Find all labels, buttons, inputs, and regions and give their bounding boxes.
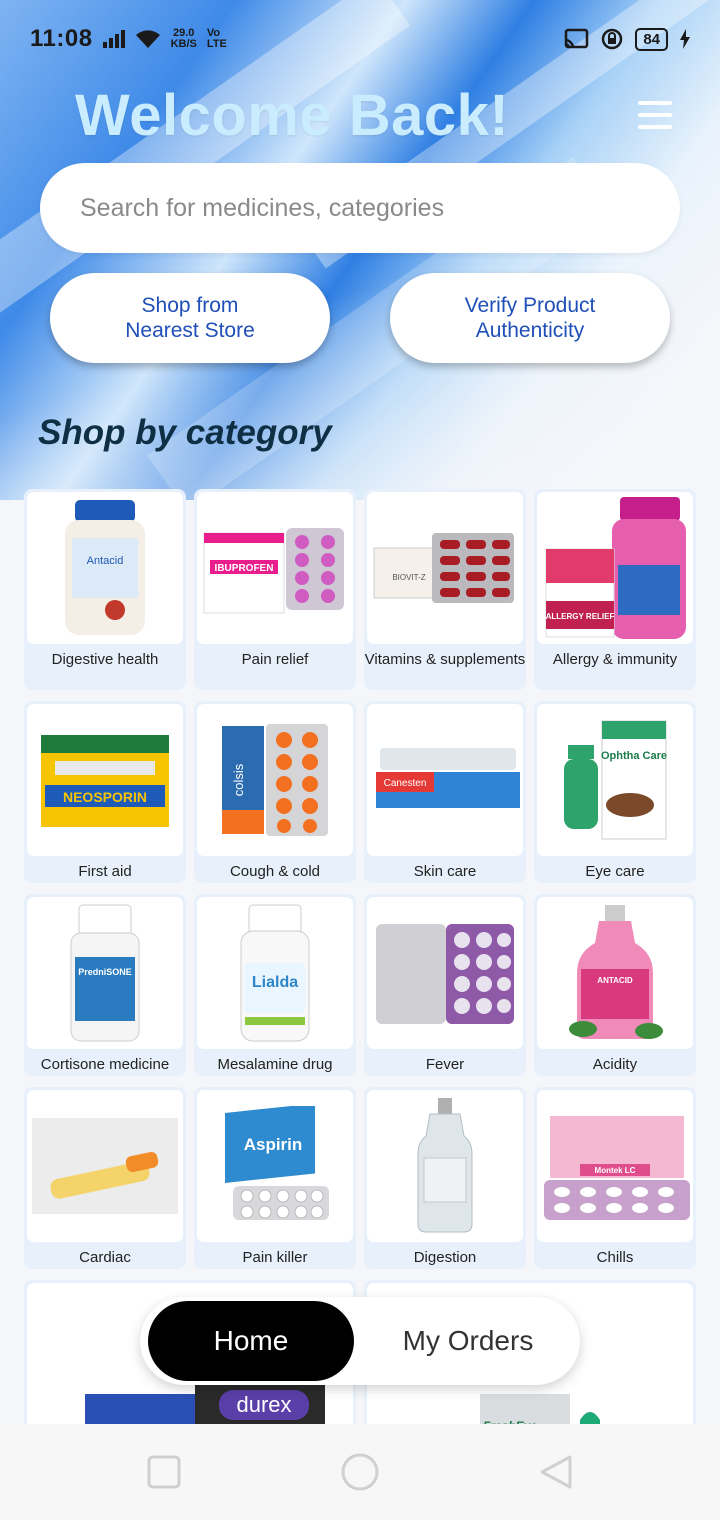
category-label: Cortisone medicine <box>40 1056 170 1073</box>
category-label: Acidity <box>592 1056 638 1073</box>
category-card-first-aid[interactable]: NEOSPORIN First aid <box>24 701 186 883</box>
category-label: Eye care <box>585 863 645 880</box>
category-card-fever[interactable]: Fever <box>364 894 526 1076</box>
category-card-cardiac[interactable]: Cardiac <box>24 1087 186 1269</box>
product-image: Ophtha Care <box>537 704 693 856</box>
product-image: BIOVIT-Z <box>367 492 523 644</box>
category-label: Digestion <box>413 1249 477 1266</box>
lock-rotation-icon <box>602 28 623 50</box>
product-image: Lialda <box>197 897 353 1049</box>
product-image: Montek LC <box>537 1090 693 1242</box>
menu-icon[interactable] <box>638 98 672 132</box>
verify-authenticity-button[interactable]: Verify Product Authenticity <box>390 273 670 363</box>
shop-nearest-store-line1: Shop from <box>141 294 239 317</box>
category-card-pain-relief[interactable]: IBUPROFEN Pain relief <box>194 489 356 690</box>
svg-text:Canesten: Canesten <box>384 778 427 789</box>
svg-text:BIOVIT-Z: BIOVIT-Z <box>392 573 425 582</box>
svg-text:Lialda: Lialda <box>252 974 298 991</box>
svg-text:NEOSPORIN: NEOSPORIN <box>63 789 147 805</box>
category-card-eye-care[interactable]: Ophtha Care Eye care <box>534 701 696 883</box>
cast-icon <box>565 28 589 49</box>
category-label: Digestive health <box>51 651 159 668</box>
product-image: ALLERGY RELIEF <box>537 492 693 644</box>
category-label: First aid <box>78 863 132 880</box>
search-input[interactable] <box>40 163 680 253</box>
volte-indicator: Vo LTE <box>206 27 227 50</box>
category-label: Chills <box>596 1249 634 1266</box>
category-card-mesalamine[interactable]: Lialda Mesalamine drug <box>194 894 356 1076</box>
product-image: IBUPROFEN <box>197 492 353 644</box>
category-label: Pain relief <box>241 651 309 668</box>
category-card-cough-cold[interactable]: colsis Cough & cold <box>194 701 356 883</box>
svg-text:PredniSONE: PredniSONE <box>78 967 132 977</box>
product-image <box>367 1090 523 1242</box>
wifi-icon <box>135 30 160 48</box>
svg-text:Aspirin: Aspirin <box>244 1135 303 1154</box>
battery-indicator: 84 <box>635 27 668 51</box>
svg-text:Ophtha Care: Ophtha Care <box>601 750 667 762</box>
category-label: Allergy & immunity <box>552 651 678 668</box>
svg-text:Antacid: Antacid <box>87 555 124 567</box>
product-image: NEOSPORIN <box>27 704 183 856</box>
category-card-chills[interactable]: Montek LC Chills <box>534 1087 696 1269</box>
product-image <box>27 1090 183 1242</box>
category-card-allergy[interactable]: ALLERGY RELIEF Allergy & immunity <box>534 489 696 690</box>
shop-nearest-store-button[interactable]: Shop from Nearest Store <box>50 273 330 363</box>
nav-my-orders-button[interactable]: My Orders <box>368 1301 568 1381</box>
bottom-nav: Home My Orders <box>140 1297 580 1385</box>
verify-authenticity-line1: Verify Product <box>464 294 596 317</box>
charging-icon <box>680 29 690 49</box>
category-card-digestion[interactable]: Digestion <box>364 1087 526 1269</box>
product-image: Canesten <box>367 704 523 856</box>
svg-text:Montek LC: Montek LC <box>595 1166 636 1175</box>
product-image: Antacid <box>27 492 183 644</box>
shop-nearest-store-line2: Nearest Store <box>125 319 255 342</box>
category-label: Pain killer <box>242 1249 308 1266</box>
nav-home-button[interactable]: Home <box>148 1301 354 1381</box>
cell-signal-icon <box>102 30 125 48</box>
svg-text:IBUPROFEN: IBUPROFEN <box>215 563 274 574</box>
category-card-cortisone[interactable]: PredniSONE Cortisone medicine <box>24 894 186 1076</box>
category-card-acidity[interactable]: ANTACID Acidity <box>534 894 696 1076</box>
product-image <box>367 897 523 1049</box>
category-label: Skin care <box>413 863 477 880</box>
home-circle-icon[interactable] <box>340 1452 380 1492</box>
svg-text:durex: durex <box>236 1392 291 1417</box>
back-icon[interactable] <box>538 1454 574 1490</box>
verify-authenticity-line2: Authenticity <box>475 319 585 342</box>
product-image: Aspirin <box>197 1090 353 1242</box>
category-label: Fever <box>425 1056 465 1073</box>
page-title: Welcome Back! <box>75 83 510 148</box>
category-card-pain-killer[interactable]: Aspirin Pain killer <box>194 1087 356 1269</box>
svg-text:ALLERGY RELIEF: ALLERGY RELIEF <box>546 612 615 621</box>
category-card-skin-care[interactable]: Canesten Skin care <box>364 701 526 883</box>
category-label: Vitamins & supplements <box>364 651 526 668</box>
product-image: PredniSONE <box>27 897 183 1049</box>
section-title: Shop by category <box>38 413 332 452</box>
recent-apps-icon[interactable] <box>146 1454 182 1490</box>
system-nav-bar <box>0 1424 720 1520</box>
svg-text:ANTACID: ANTACID <box>597 976 633 985</box>
svg-text:colsis: colsis <box>231 763 246 796</box>
product-image: ANTACID <box>537 897 693 1049</box>
status-bar: 11:08 29.0 KB/S Vo LTE 84 <box>0 0 720 78</box>
category-label: Cough & cold <box>229 863 321 880</box>
net-speed: 29.0 KB/S <box>170 27 197 50</box>
status-time: 11:08 <box>30 25 93 52</box>
category-card-digestive-health[interactable]: Antacid Digestive health <box>24 489 186 690</box>
product-image: colsis <box>197 704 353 856</box>
category-card-vitamins[interactable]: BIOVIT-Z Vitamins & supplements <box>364 489 526 690</box>
category-label: Cardiac <box>79 1249 131 1266</box>
category-label: Mesalamine drug <box>217 1056 333 1073</box>
